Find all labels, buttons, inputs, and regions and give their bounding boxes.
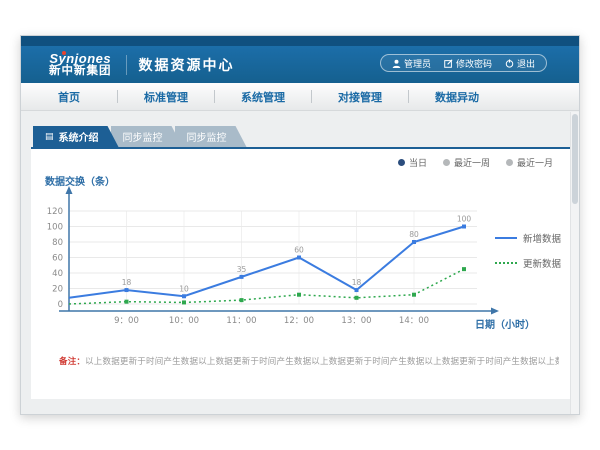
main-nav: 首页 标准管理 系统管理 对接管理 数据异动: [21, 83, 579, 111]
nav-item-data-change[interactable]: 数据异动: [409, 89, 505, 105]
change-password-button[interactable]: 修改密码: [444, 57, 492, 70]
radio-today[interactable]: 当日: [398, 156, 427, 169]
user-toolbar: 管理员 修改密码 退出: [380, 54, 547, 72]
tab-label: 同步监控: [187, 129, 227, 144]
page-title: 数据资源中心: [139, 55, 235, 75]
logo-company-name: 新中新集团: [49, 65, 112, 77]
nav-item-system-mgmt[interactable]: 系统管理: [215, 89, 311, 105]
document-icon: ▤: [45, 132, 54, 141]
radio-today-label: 当日: [409, 156, 427, 169]
svg-text:100: 100: [47, 223, 63, 233]
svg-text:18: 18: [122, 278, 132, 287]
nav-item-standard-mgmt[interactable]: 标准管理: [118, 89, 214, 105]
svg-text:12：00: 12：00: [284, 316, 314, 326]
legend-label: 新增数据: [523, 231, 561, 245]
scrollbar-thumb[interactable]: [572, 114, 578, 204]
app-window: Synjones 新中新集团 数据资源中心 管理员 修改密码: [20, 35, 580, 415]
logo-wordmark: Synjones: [49, 52, 112, 66]
tab-system-intro[interactable]: ▤ 系统介绍: [33, 126, 119, 147]
footnote: 备注：以上数据更新于时间产生数据以上数据更新于时间产生数据以上数据更新于时间产生…: [59, 355, 559, 367]
svg-text:80: 80: [52, 238, 63, 248]
svg-text:100: 100: [457, 215, 472, 224]
user-icon: [392, 59, 401, 68]
svg-text:9：00: 9：00: [114, 316, 139, 326]
edit-icon: [444, 59, 453, 68]
radio-last-month[interactable]: 最近一月: [506, 156, 553, 169]
chart-legend: 新增数据 更新数据: [495, 231, 561, 270]
logout-button[interactable]: 退出: [505, 57, 535, 70]
svg-text:35: 35: [237, 265, 247, 274]
line-chart: 0 20 40 60 80 100 120 9：00 10：00 11：00 12：00 13：00 1…: [39, 183, 509, 335]
app-header: Synjones 新中新集团 数据资源中心 管理员 修改密码: [21, 46, 579, 83]
time-range-filter: 当日 最近一周 最近一月: [398, 156, 553, 169]
legend-label: 更新数据: [523, 256, 561, 270]
legend-item-update-data[interactable]: 更新数据: [495, 256, 561, 270]
tab-sync-monitor-2[interactable]: 同步监控: [175, 126, 247, 147]
header-divider: [126, 55, 127, 75]
svg-text:10：00: 10：00: [169, 316, 199, 326]
chart-panel: 当日 最近一周 最近一月 数据交换（条） 0204060801001209：00…: [31, 147, 571, 399]
logo-red-dot: [62, 51, 66, 55]
tab-sync-monitor-1[interactable]: 同步监控: [111, 126, 183, 147]
svg-text:18: 18: [352, 278, 362, 287]
radio-last-week[interactable]: 最近一周: [443, 156, 490, 169]
logout-label: 退出: [517, 57, 535, 70]
power-icon: [505, 59, 514, 68]
x-axis-title: 日期（小时）: [475, 316, 535, 331]
radio-dot-icon: [443, 159, 450, 166]
radio-last-month-label: 最近一月: [517, 156, 553, 169]
vertical-scrollbar[interactable]: [570, 112, 579, 414]
radio-last-week-label: 最近一周: [454, 156, 490, 169]
admin-user-button[interactable]: 管理员: [392, 57, 431, 70]
footnote-label: 备注：: [59, 356, 85, 366]
svg-text:20: 20: [52, 285, 63, 295]
nav-item-interface-mgmt[interactable]: 对接管理: [312, 89, 408, 105]
company-logo: Synjones 新中新集团: [49, 52, 112, 78]
radio-dot-icon: [506, 159, 513, 166]
tab-label: 同步监控: [123, 129, 163, 144]
admin-user-label: 管理员: [404, 57, 431, 70]
footnote-text: 以上数据更新于时间产生数据以上数据更新于时间产生数据以上数据更新于时间产生数据以…: [85, 356, 559, 366]
svg-text:11：00: 11：00: [226, 316, 256, 326]
dotted-line-swatch-icon: [495, 262, 517, 264]
window-top-strip: [21, 36, 579, 46]
svg-text:60: 60: [294, 246, 304, 255]
tab-label: 系统介绍: [59, 129, 99, 144]
svg-text:80: 80: [409, 230, 419, 239]
svg-text:60: 60: [52, 254, 63, 264]
change-password-label: 修改密码: [456, 57, 492, 70]
svg-text:10: 10: [179, 284, 189, 293]
nav-item-home[interactable]: 首页: [21, 89, 117, 105]
legend-item-new-data[interactable]: 新增数据: [495, 231, 561, 245]
svg-text:120: 120: [47, 207, 63, 217]
svg-text:40: 40: [52, 269, 63, 279]
svg-text:14：00: 14：00: [399, 316, 429, 326]
svg-text:0: 0: [58, 300, 63, 310]
radio-dot-icon: [398, 159, 405, 166]
svg-text:13：00: 13：00: [341, 316, 371, 326]
solid-line-swatch-icon: [495, 237, 517, 239]
tab-bar: ▤ 系统介绍 同步监控 同步监控: [33, 126, 239, 147]
